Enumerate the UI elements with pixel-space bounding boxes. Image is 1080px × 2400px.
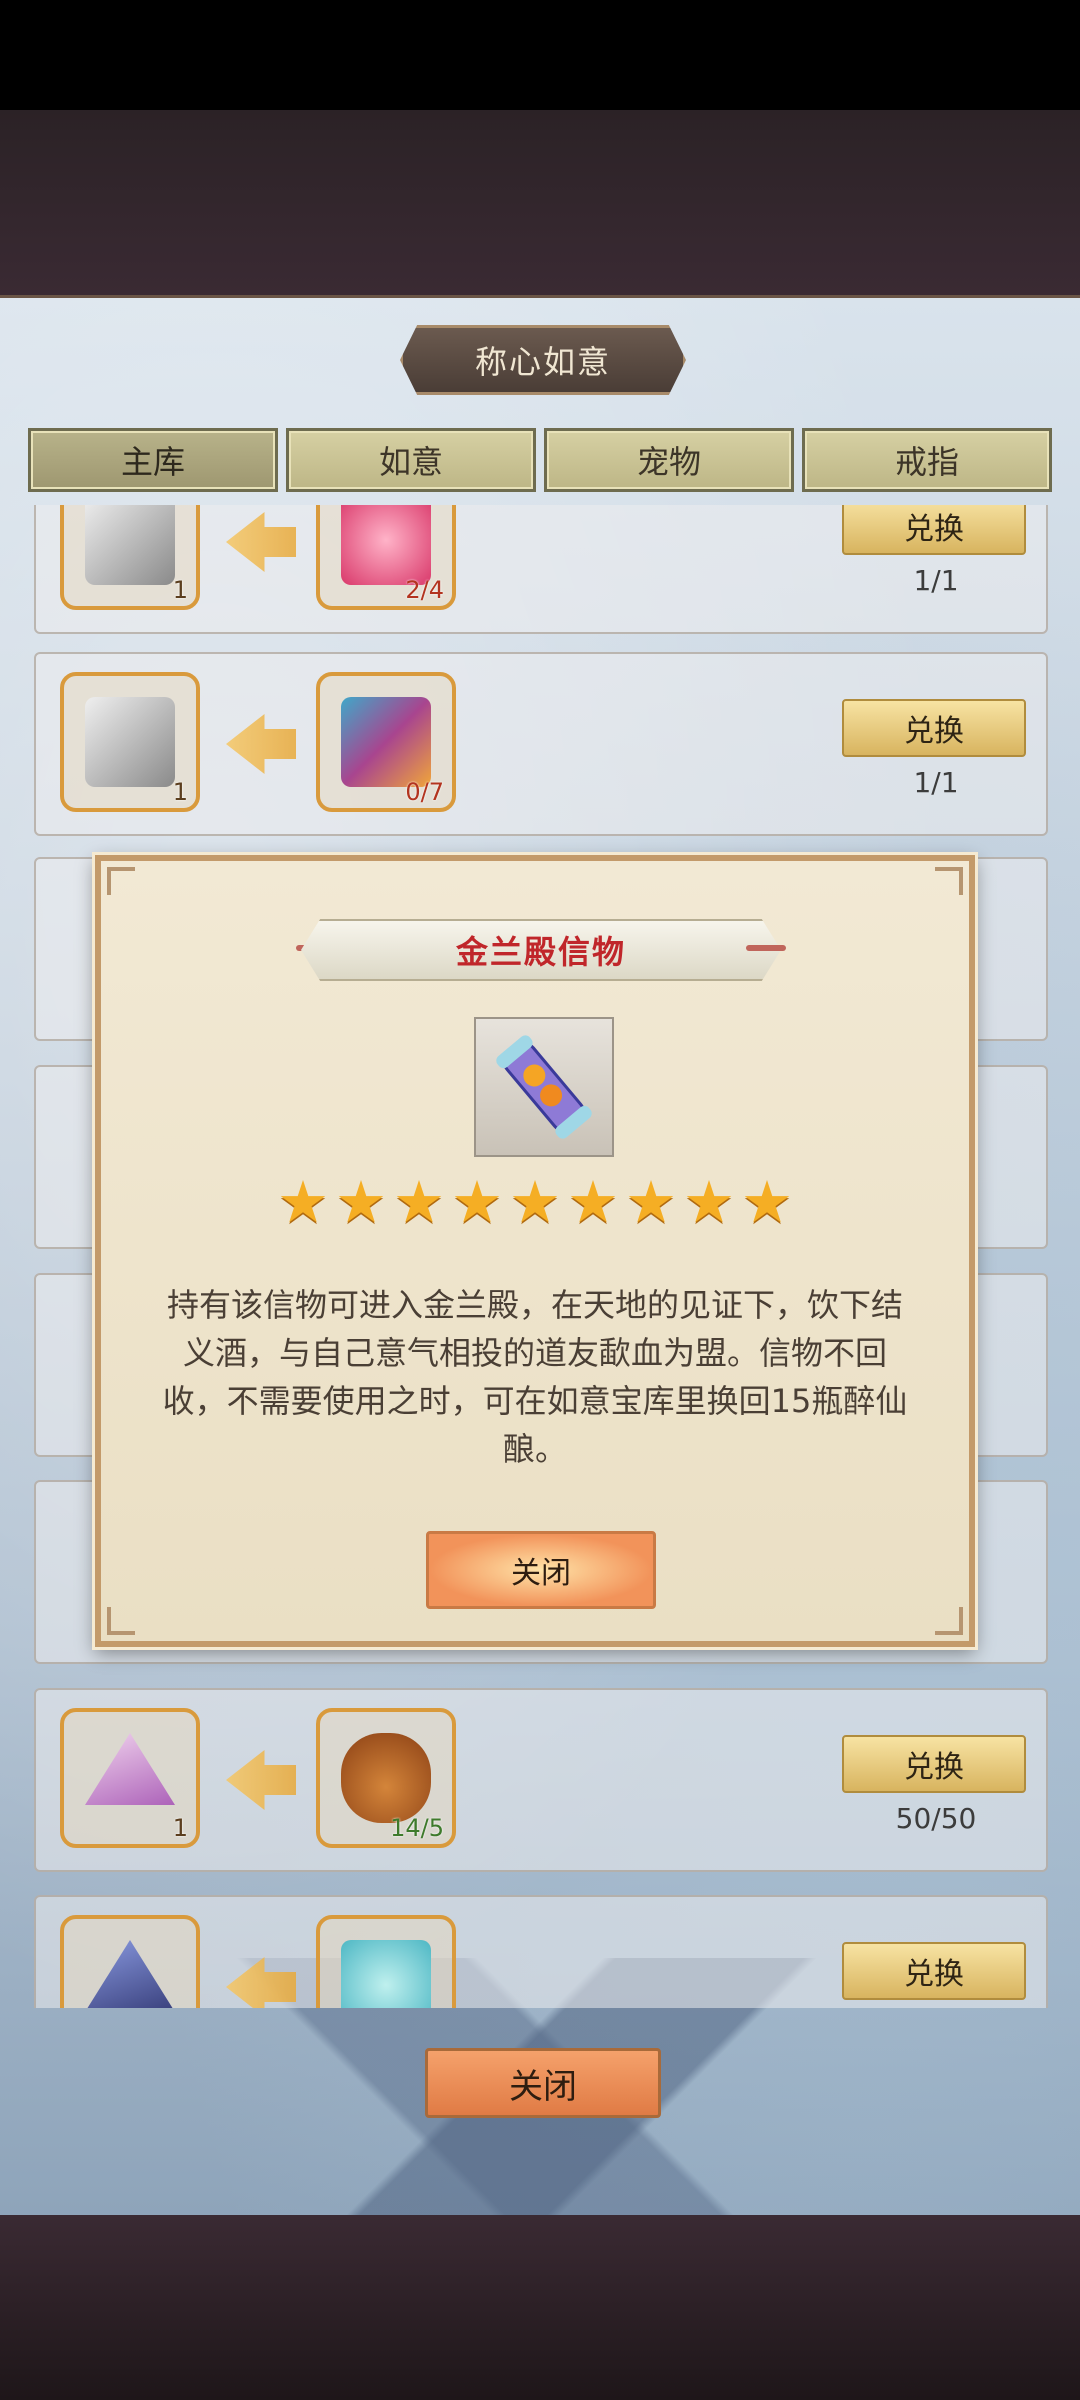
star-icon: ★ [393,1168,445,1236]
scroll-token-icon [496,1035,592,1139]
star-icon: ★ [683,1168,735,1236]
modal-close-button[interactable]: 关闭 [426,1531,656,1609]
item-detail-modal: 金兰殿信物 ★ ★ ★ ★ ★ ★ ★ ★ ★ 持有该信物可进入金兰殿，在天地的见证下，饮下结义… [95,855,975,1647]
star-icon: ★ [451,1168,503,1236]
corner-ornament [107,867,135,895]
star-icon: ★ [625,1168,677,1236]
star-icon: ★ [741,1168,793,1236]
corner-ornament [935,1607,963,1635]
corner-ornament [107,1607,135,1635]
item-description: 持有该信物可进入金兰殿，在天地的见证下，饮下结义酒，与自己意气相投的道友歃血为盟… [162,1286,908,1468]
star-icon: ★ [567,1168,619,1236]
scroll-rod-right [746,945,786,951]
corner-ornament [935,867,963,895]
star-icon: ★ [509,1168,561,1236]
modal-title: 金兰殿信物 [301,919,781,981]
rating-stars: ★ ★ ★ ★ ★ ★ ★ ★ ★ [101,1173,969,1231]
star-icon: ★ [277,1168,329,1236]
item-icon-frame [474,1017,614,1157]
star-icon: ★ [335,1168,387,1236]
